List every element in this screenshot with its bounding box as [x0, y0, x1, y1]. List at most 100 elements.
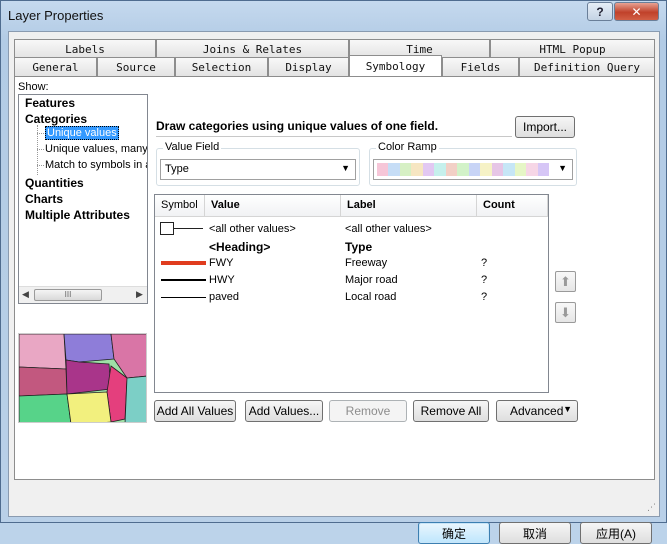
- column-header-value[interactable]: Value: [205, 195, 341, 217]
- apply-button[interactable]: 应用(A): [580, 522, 652, 544]
- color-ramp-stop: [537, 163, 550, 176]
- color-ramp-group: Color Ramp ▼: [369, 141, 577, 186]
- value-field-group: Value Field Type ▼: [156, 141, 360, 186]
- resize-grip-icon[interactable]: ⋰: [647, 502, 656, 513]
- add-all-values-button[interactable]: Add All Values: [154, 400, 236, 422]
- value-field-legend: Value Field: [163, 141, 222, 153]
- layer-properties-window: Layer Properties ? ✕ Labels Joins & Rela…: [0, 0, 667, 544]
- advanced-button[interactable]: Advanced ▼: [496, 400, 578, 422]
- color-ramp-stop: [445, 163, 458, 176]
- close-button[interactable]: ✕: [614, 2, 659, 21]
- table-row[interactable]: <all other values> <all other values>: [155, 221, 548, 238]
- chevron-down-icon: ▼: [558, 163, 567, 173]
- row-count: ?: [481, 274, 488, 286]
- color-ramp-stop: [411, 163, 423, 176]
- scroll-right-icon[interactable]: ▶: [136, 289, 143, 300]
- scroll-thumb[interactable]: III: [34, 289, 102, 301]
- remove-all-button[interactable]: Remove All: [413, 400, 489, 422]
- line-symbol-swatch[interactable]: [161, 279, 206, 281]
- tree-item-label: Unique values: [45, 126, 119, 140]
- tree-item-multiple-attributes[interactable]: Multiple Attributes: [25, 208, 130, 222]
- grid-header: Symbol Value Label Count: [155, 195, 548, 217]
- color-ramp-stop: [480, 163, 492, 176]
- color-ramp-stop: [514, 163, 527, 176]
- tab-joins-relates[interactable]: Joins & Relates: [156, 39, 349, 58]
- color-ramp-swatch: [377, 163, 550, 176]
- tab-selection[interactable]: Selection: [175, 57, 268, 76]
- tab-labels[interactable]: Labels: [14, 39, 156, 58]
- tab-general[interactable]: General: [14, 57, 97, 76]
- column-header-symbol[interactable]: Symbol: [155, 195, 205, 217]
- row-label: Local road: [345, 291, 397, 303]
- ok-button[interactable]: 确定: [418, 522, 490, 544]
- remove-button[interactable]: Remove: [329, 400, 407, 422]
- tab-fields[interactable]: Fields: [442, 57, 519, 76]
- table-row[interactable]: paved Local road ?: [155, 289, 548, 306]
- window-title: Layer Properties: [8, 8, 104, 23]
- tree-connector: [37, 133, 44, 134]
- tree-item-charts[interactable]: Charts: [25, 192, 63, 206]
- tree-connector: [37, 165, 44, 166]
- tab-source[interactable]: Source: [97, 57, 175, 76]
- row-count: ?: [481, 257, 488, 269]
- add-values-button[interactable]: Add Values...: [245, 400, 323, 422]
- renderer-tree[interactable]: Features Categories Unique values Unique…: [18, 94, 148, 304]
- column-header-count[interactable]: Count: [477, 195, 548, 217]
- value-field-select[interactable]: Type ▼: [160, 159, 356, 180]
- row-value: <all other values>: [209, 223, 296, 235]
- value-field-value: Type: [165, 163, 189, 175]
- row-label: Freeway: [345, 257, 388, 269]
- tab-symbology[interactable]: Symbology: [349, 55, 442, 76]
- color-ramp-stop: [434, 163, 446, 176]
- row-count: ?: [481, 291, 488, 303]
- color-ramp-stop: [526, 163, 538, 176]
- color-ramp-stop: [388, 163, 400, 176]
- move-down-button[interactable]: ⬇: [555, 302, 576, 323]
- import-button[interactable]: Import...: [515, 116, 575, 138]
- unique-values-grid[interactable]: Symbol Value Label Count <all other valu…: [154, 194, 549, 393]
- row-label: Type: [345, 240, 373, 254]
- up-arrow-icon: ⬆: [560, 273, 571, 289]
- row-value: paved: [209, 291, 239, 303]
- tab-definition-query[interactable]: Definition Query: [519, 57, 655, 76]
- advanced-label: Advanced: [510, 404, 564, 418]
- tree-item-match-symbols[interactable]: Match to symbols in a: [45, 159, 147, 171]
- tab-html-popup[interactable]: HTML Popup: [490, 39, 655, 58]
- color-ramp-select[interactable]: ▼: [373, 159, 573, 180]
- row-value: HWY: [209, 274, 235, 286]
- table-row[interactable]: FWY Freeway ?: [155, 255, 548, 272]
- row-label: <all other values>: [345, 223, 432, 235]
- table-row[interactable]: HWY Major road ?: [155, 272, 548, 289]
- tree-item-quantities[interactable]: Quantities: [25, 176, 84, 190]
- row-value: FWY: [209, 257, 234, 269]
- line-symbol-swatch[interactable]: [161, 261, 206, 265]
- title-bar[interactable]: Layer Properties ? ✕: [1, 1, 666, 31]
- down-arrow-icon: ⬇: [560, 304, 571, 320]
- scroll-left-icon[interactable]: ◀: [22, 289, 29, 300]
- tree-horizontal-scrollbar[interactable]: ◀ III ▶: [19, 286, 147, 303]
- symbology-panel: Show: Features Categories Unique values …: [14, 76, 655, 480]
- line-symbol-swatch[interactable]: [161, 297, 206, 298]
- table-row[interactable]: <Heading> Type: [155, 238, 548, 255]
- help-button[interactable]: ?: [587, 2, 613, 21]
- color-ramp-stop: [468, 163, 481, 176]
- tree-connector: [37, 149, 44, 150]
- tree-item-unique-values-many[interactable]: Unique values, many: [45, 143, 147, 155]
- show-label: Show:: [18, 81, 49, 93]
- tree-item-unique-values[interactable]: Unique values: [45, 126, 119, 140]
- renderer-description: Draw categories using unique values of o…: [156, 115, 512, 137]
- color-ramp-stop: [377, 163, 389, 176]
- fill-symbol-swatch[interactable]: [160, 222, 174, 235]
- tree-item-features[interactable]: Features: [25, 96, 75, 110]
- tree-item-categories[interactable]: Categories: [25, 112, 87, 126]
- tab-display[interactable]: Display: [268, 57, 349, 76]
- color-ramp-stop: [503, 163, 515, 176]
- column-header-label[interactable]: Label: [341, 195, 477, 217]
- color-ramp-stop: [491, 163, 504, 176]
- map-preview-image: [18, 333, 147, 423]
- color-ramp-stop: [422, 163, 435, 176]
- chevron-down-icon: ▼: [341, 163, 350, 173]
- cancel-button[interactable]: 取消: [499, 522, 571, 544]
- move-up-button[interactable]: ⬆: [555, 271, 576, 292]
- line-symbol-swatch: [174, 228, 203, 229]
